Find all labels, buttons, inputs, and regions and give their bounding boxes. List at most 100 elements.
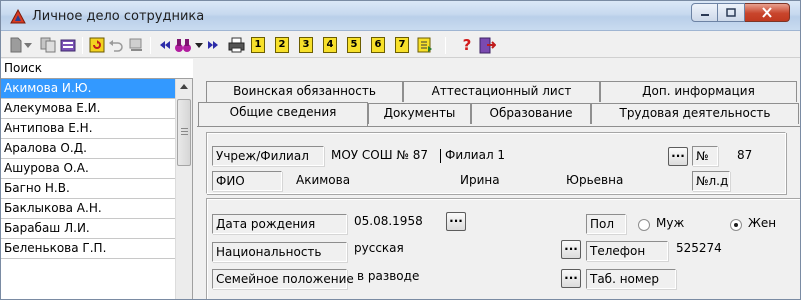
copy-icon: [40, 37, 56, 53]
list-item[interactable]: Аралова О.Д.: [1, 139, 175, 159]
list-item[interactable]: Алекумова Е.И.: [1, 99, 175, 119]
marital-status-field[interactable]: в разводе: [357, 267, 419, 287]
print-button[interactable]: [227, 36, 245, 54]
gender-female-radio[interactable]: [730, 219, 742, 231]
help-button[interactable]: ?: [458, 36, 476, 54]
last-name-field[interactable]: Акимова: [296, 171, 350, 191]
nationality-label: Национальность: [212, 242, 347, 262]
tab-additional-info[interactable]: Доп. информация: [600, 81, 797, 102]
tab-education[interactable]: Образование: [471, 103, 591, 124]
title-bar[interactable]: Личное дело сотрудника: [1, 1, 800, 31]
list-item[interactable]: Акимова И.Ю.: [1, 79, 175, 99]
list-item[interactable]: Антипова Е.Н.: [1, 119, 175, 139]
edit-form-button[interactable]: [59, 36, 77, 54]
page-2-button[interactable]: 2: [273, 36, 291, 54]
list-scrollbar[interactable]: [175, 79, 192, 299]
undo-button[interactable]: [107, 36, 125, 54]
scroll-thumb[interactable]: [177, 99, 191, 166]
marital-status-label: Семейное положение: [212, 269, 354, 289]
first-record-button[interactable]: [158, 36, 172, 54]
number-label: №: [692, 146, 718, 166]
page-6-icon: 6: [371, 37, 385, 53]
tab-attestation-sheet[interactable]: Аттестационный лист: [403, 81, 600, 102]
dropdown-arrow-button[interactable]: [23, 36, 33, 54]
help-icon: ?: [462, 36, 472, 54]
nationality-select-button[interactable]: ...: [561, 240, 581, 259]
find-options-button[interactable]: [194, 36, 204, 54]
gender-female-label[interactable]: Жен: [748, 214, 776, 234]
page-1-button[interactable]: 1: [249, 36, 267, 54]
birth-date-picker-button[interactable]: ...: [446, 212, 466, 231]
export-button[interactable]: [416, 36, 434, 54]
maximize-icon: [726, 7, 736, 17]
list-item[interactable]: Барабаш Л.И.: [1, 219, 175, 239]
exit-icon: [479, 37, 496, 53]
printer-icon: [228, 37, 244, 53]
tab-military-duty[interactable]: Воинская обязанность: [206, 81, 403, 102]
scroll-up-icon[interactable]: [180, 84, 188, 89]
new-document-icon: [10, 37, 22, 53]
birth-date-field[interactable]: 05.08.1958: [354, 212, 423, 232]
maximize-button[interactable]: [718, 3, 745, 22]
tab-area: Воинская обязанность Аттестационный лист…: [194, 59, 800, 299]
list-item[interactable]: Беленькова Г.П.: [1, 239, 175, 259]
window-title: Личное дело сотрудника: [32, 9, 205, 24]
last-record-button[interactable]: [206, 36, 220, 54]
double-arrow-left-icon: [160, 41, 170, 49]
employee-list: Акимова И.Ю. Алекумова Е.И. Антипова Е.Н…: [1, 79, 175, 259]
page-2-icon: 2: [275, 37, 289, 53]
minimize-icon: [700, 13, 709, 16]
patronymic-field[interactable]: Юрьевна: [566, 171, 623, 191]
institution-select-button[interactable]: ...: [668, 147, 688, 166]
marital-status-select-button[interactable]: ...: [561, 269, 581, 288]
list-item[interactable]: Ашурова О.А.: [1, 159, 175, 179]
employee-list-panel: Поиск Акимова И.Ю. Алекумова Е.И. Антипо…: [1, 59, 193, 299]
page-3-icon: 3: [299, 37, 313, 53]
binoculars-icon: [175, 38, 191, 52]
close-button[interactable]: [745, 3, 790, 22]
toolbar: 1 2 3 4 5 6 7 ?: [1, 32, 800, 58]
exit-button[interactable]: [478, 36, 496, 54]
institution-value[interactable]: МОУ СОШ № 87: [331, 146, 428, 166]
undo-icon: [109, 40, 123, 52]
first-name-field[interactable]: Ирина: [460, 171, 500, 191]
page-4-button[interactable]: 4: [321, 36, 339, 54]
copy-button[interactable]: [39, 36, 57, 54]
page-6-button[interactable]: 6: [369, 36, 387, 54]
gender-male-radio[interactable]: [638, 219, 650, 231]
tab-work-experience[interactable]: Трудовая деятельность: [591, 103, 799, 124]
refresh-icon: [89, 37, 105, 53]
chevron-down-icon: [195, 42, 203, 48]
gender-male-label[interactable]: Муж: [656, 214, 684, 234]
fio-label: ФИО: [212, 171, 282, 191]
chevron-down-icon: [24, 42, 32, 48]
tab-number-label: Таб. номер: [586, 269, 676, 289]
phone-label: Телефон: [586, 241, 668, 261]
nationality-field[interactable]: русская: [354, 239, 404, 259]
refresh-button[interactable]: [88, 36, 106, 54]
app-icon: [10, 9, 26, 24]
page-1-icon: 1: [251, 37, 265, 53]
page-7-button[interactable]: 7: [393, 36, 411, 54]
personal-file-label: №л.д: [692, 171, 730, 191]
page-4-icon: 4: [323, 37, 337, 53]
tab-general-info[interactable]: Общие сведения: [198, 102, 368, 126]
minimize-button[interactable]: [691, 3, 718, 22]
employee-record-window: Личное дело сотрудника 1 2 3 4 5 6 7 ? П…: [0, 0, 801, 300]
page-7-icon: 7: [395, 37, 409, 53]
close-icon: [762, 7, 772, 18]
phone-field[interactable]: 525274: [676, 239, 722, 259]
search-label[interactable]: Поиск: [1, 59, 193, 79]
page-5-button[interactable]: 5: [345, 36, 363, 54]
list-item[interactable]: Баклыкова А.Н.: [1, 199, 175, 219]
print-preview-button[interactable]: [127, 36, 145, 54]
print-preview-icon: [129, 38, 142, 51]
window-controls: [691, 3, 790, 22]
tab-documents[interactable]: Документы: [368, 103, 471, 124]
number-value[interactable]: 87: [737, 146, 752, 166]
find-button[interactable]: [173, 36, 193, 54]
list-item[interactable]: Багно Н.В.: [1, 179, 175, 199]
page-3-button[interactable]: 3: [297, 36, 315, 54]
export-icon: [417, 37, 432, 53]
branch-value[interactable]: Филиал 1: [445, 146, 505, 166]
